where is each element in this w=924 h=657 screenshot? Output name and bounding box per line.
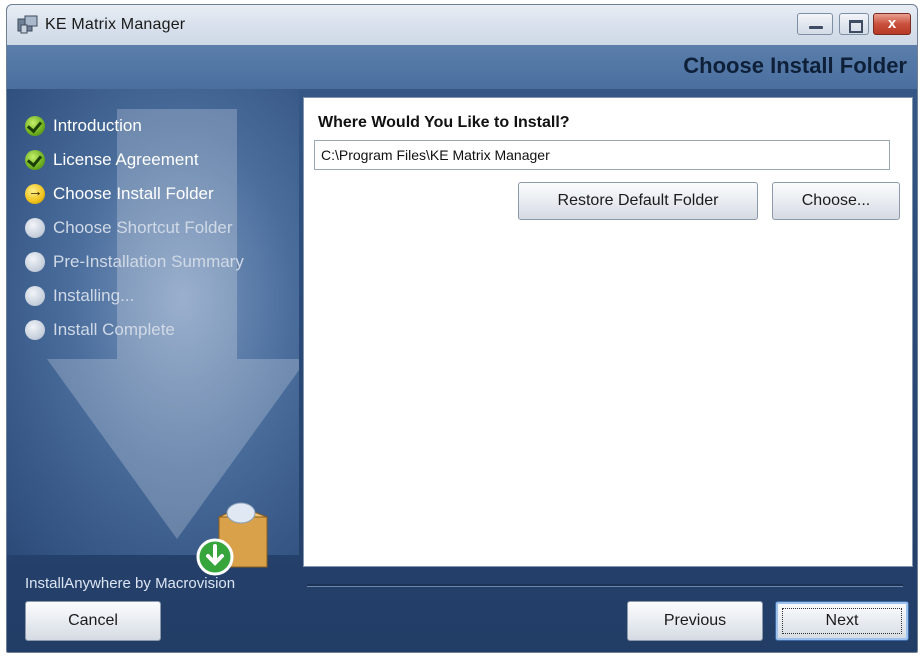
choose-folder-button[interactable]: Choose... xyxy=(772,182,900,220)
app-icon xyxy=(17,15,38,34)
step-installing: Installing... xyxy=(25,279,244,313)
cancel-button[interactable]: Cancel xyxy=(25,601,161,641)
install-package-icon xyxy=(196,502,268,576)
close-button[interactable]: x xyxy=(873,13,911,35)
window-title: KE Matrix Manager xyxy=(45,16,186,33)
footer-divider xyxy=(307,584,903,587)
step-done-icon xyxy=(25,116,45,136)
content-panel: Where Would You Like to Install? Restore… xyxy=(303,97,913,567)
step-pre-installation-summary: Pre-Installation Summary xyxy=(25,245,244,279)
step-label: Install Complete xyxy=(53,320,175,339)
install-path-input[interactable] xyxy=(314,140,890,170)
step-label: Installing... xyxy=(53,286,135,305)
step-label: License Agreement xyxy=(53,150,199,169)
installer-window: KE Matrix Manager x Choose Install Folde… xyxy=(6,4,918,653)
step-license-agreement: License Agreement xyxy=(25,143,244,177)
step-choose-shortcut-folder: Choose Shortcut Folder xyxy=(25,211,244,245)
step-pending-icon xyxy=(25,218,45,238)
install-question: Where Would You Like to Install? xyxy=(318,114,570,131)
steps-sidebar: Introduction License Agreement Choose In… xyxy=(7,89,299,555)
maximize-button[interactable] xyxy=(839,13,869,35)
step-label: Choose Shortcut Folder xyxy=(53,218,233,237)
installer-brand: InstallAnywhere by Macrovision xyxy=(25,575,236,592)
page-title: Choose Install Folder xyxy=(683,53,907,78)
steps-list: Introduction License Agreement Choose In… xyxy=(25,109,244,347)
restore-default-folder-button[interactable]: Restore Default Folder xyxy=(518,182,758,220)
close-icon: x xyxy=(887,15,897,32)
previous-button[interactable]: Previous xyxy=(627,601,763,641)
next-button[interactable]: Next xyxy=(775,601,909,641)
minimize-button[interactable] xyxy=(797,13,833,35)
step-pending-icon xyxy=(25,252,45,272)
next-button-label: Next xyxy=(825,612,859,629)
step-pending-icon xyxy=(25,286,45,306)
minimize-icon xyxy=(809,26,823,29)
step-install-complete: Install Complete xyxy=(25,313,244,347)
step-introduction: Introduction xyxy=(25,109,244,143)
step-pending-icon xyxy=(25,320,45,340)
step-done-icon xyxy=(25,150,45,170)
step-current-icon xyxy=(25,183,45,204)
maximize-icon xyxy=(849,20,863,33)
step-choose-install-folder: Choose Install Folder xyxy=(25,177,244,211)
title-bar[interactable]: KE Matrix Manager x xyxy=(7,5,917,46)
step-label: Introduction xyxy=(53,116,142,135)
step-label: Choose Install Folder xyxy=(53,184,214,203)
step-label: Pre-Installation Summary xyxy=(53,252,244,271)
